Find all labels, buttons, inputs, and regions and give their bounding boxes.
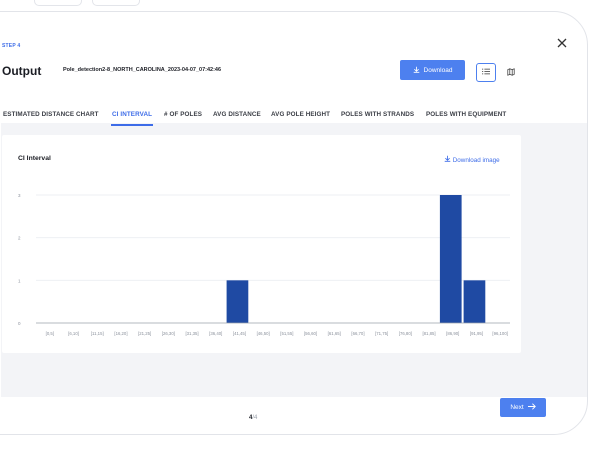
x-tick-label: [26,30] <box>162 331 175 336</box>
run-name: Pole_detection2-8_NORTH_CAROLINA_2023-04… <box>63 67 222 73</box>
download-button-label: Download <box>423 66 453 74</box>
x-tick-label: [56,60] <box>304 331 317 336</box>
x-tick-label: [71,75] <box>375 331 388 336</box>
output-panel: STEP 4 Output Pole_detection2-8_NORTH_CA… <box>0 11 588 435</box>
x-tick-label: [46,50] <box>257 331 270 336</box>
tab-poles-with-strands[interactable]: POLES WITH STRANDS <box>341 111 414 118</box>
y-tick-label: 0 <box>18 321 21 326</box>
chart-bar[interactable] <box>439 195 462 323</box>
tab-ci-interval[interactable]: CI INTERVAL <box>112 111 152 118</box>
x-tick-label: [31,35] <box>185 331 198 336</box>
x-tick-label: [96,100] <box>492 331 508 336</box>
x-tick-label: [66,70] <box>351 331 364 336</box>
list-view-icon <box>482 68 490 77</box>
x-tick-label: [76,80] <box>399 331 412 336</box>
pagination: 4/4 <box>249 415 257 421</box>
chart-bar[interactable] <box>226 280 249 323</box>
x-tick-label: [81,85] <box>422 331 435 336</box>
y-tick-label: 2 <box>18 236 21 241</box>
x-tick-label: [11,15] <box>91 331 104 336</box>
page-title: Output <box>2 64 42 78</box>
active-tab-indicator <box>111 124 153 126</box>
list-view-button[interactable] <box>476 63 496 82</box>
map-view-icon <box>507 67 515 78</box>
x-tick-label: [21,25] <box>138 331 151 336</box>
x-tick-label: [6,10] <box>68 331 79 336</box>
ci-interval-chart: 0 1 2 3 [0,5] [6,10] [11,15] [16,20] [21,25] [26,… <box>18 193 510 336</box>
y-tick-label: 3 <box>18 193 21 198</box>
tab-estimated-distance-chart[interactable]: ESTIMATED DISTANCE CHART <box>3 111 99 118</box>
step-label: STEP 4 <box>2 43 21 49</box>
next-button-label: Next <box>510 404 524 411</box>
download-button[interactable]: Download <box>400 60 465 80</box>
x-tick-label: [36,40] <box>209 331 222 336</box>
top-stub-left <box>34 0 82 6</box>
chart-card: CI Interval Download image 0 1 2 3 [0,5] [6,1… <box>2 135 521 353</box>
next-button[interactable]: Next <box>500 398 546 417</box>
download-icon <box>413 66 420 75</box>
tab-avg-distance[interactable]: AVG DISTANCE <box>213 111 261 118</box>
top-stub-right <box>92 0 140 6</box>
arrow-right-icon <box>527 403 536 412</box>
chart-bar[interactable] <box>463 280 486 323</box>
x-tick-label: [86,90] <box>446 331 459 336</box>
map-view-button[interactable] <box>501 63 521 82</box>
x-tick-label: [61,65] <box>328 331 341 336</box>
tab-avg-pole-height[interactable]: AVG POLE HEIGHT <box>271 111 330 118</box>
tab-poles-with-equipment[interactable]: POLES WITH EQUIPMENT <box>426 111 506 118</box>
x-tick-label: [41,45] <box>233 331 246 336</box>
tab-num-poles[interactable]: # OF POLES <box>164 111 202 118</box>
x-tick-label: [51,55] <box>280 331 293 336</box>
x-tick-label: [91,95] <box>470 331 483 336</box>
x-tick-label: [16,20] <box>114 331 127 336</box>
y-tick-label: 1 <box>18 278 21 283</box>
total-pages: /4 <box>252 415 258 421</box>
close-icon[interactable] <box>557 37 567 50</box>
x-tick-label: [0,5] <box>46 331 54 336</box>
